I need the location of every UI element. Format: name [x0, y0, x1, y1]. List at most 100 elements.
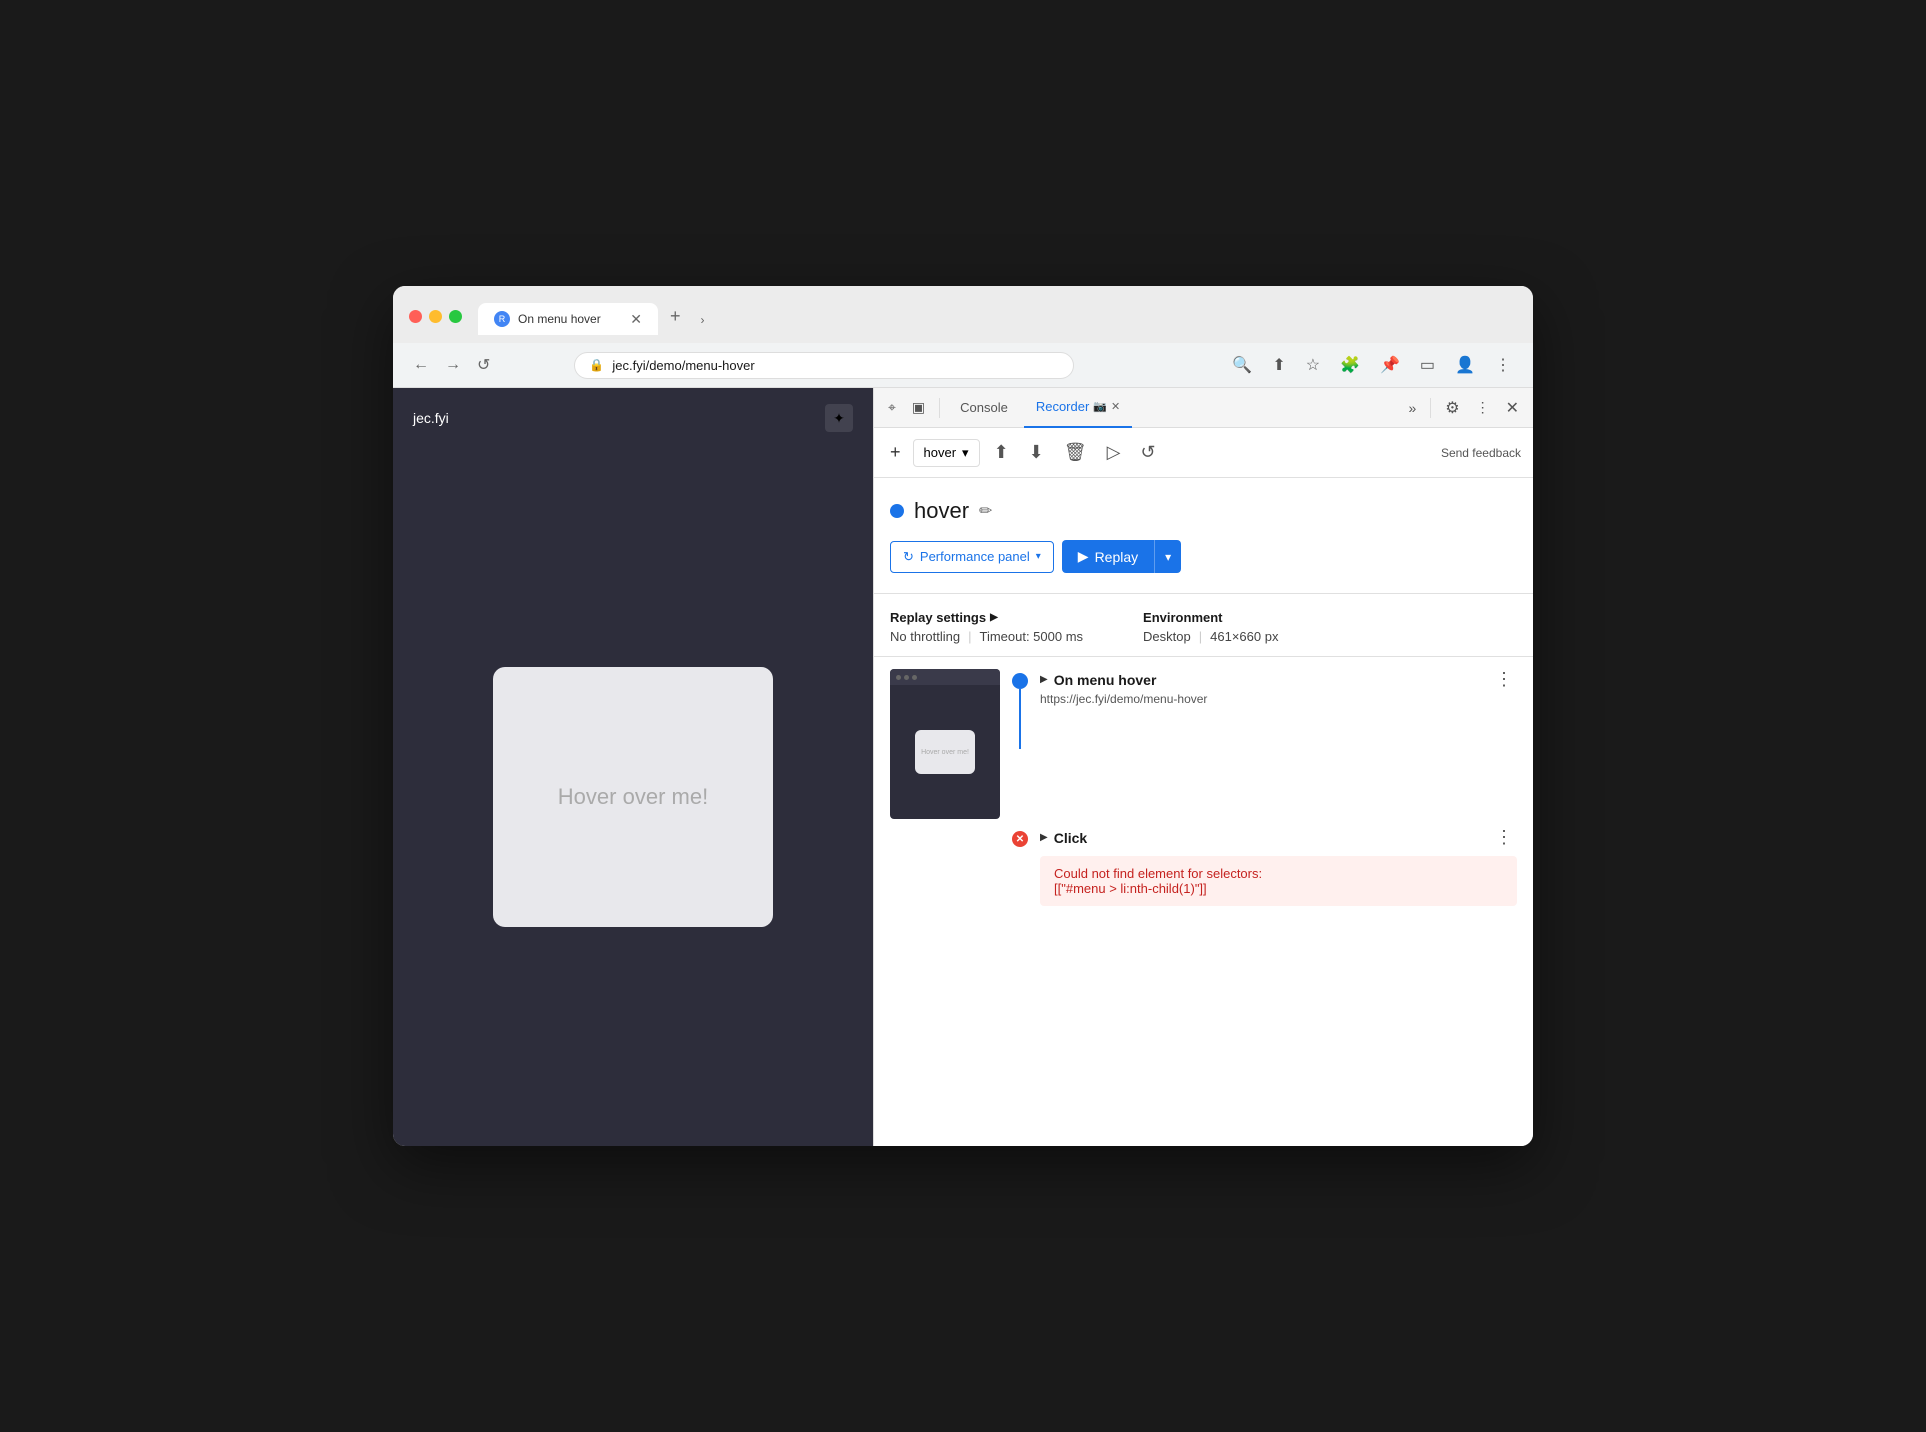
toolbar-separator — [939, 398, 940, 418]
devtools-cursor-button[interactable]: ⌖ — [882, 395, 902, 420]
lock-icon: 🔒 — [589, 358, 604, 372]
responsive-icon: ▣ — [912, 399, 925, 416]
upload-recording-button[interactable]: ⬆ — [988, 436, 1015, 469]
recorder-dot-icon: 📷 — [1093, 400, 1107, 413]
download-recording-button[interactable]: ⬇ — [1023, 436, 1050, 469]
step-title: On menu hover — [1054, 672, 1157, 688]
click-more-icon: ⋮ — [1495, 827, 1513, 847]
back-button[interactable]: ← — [409, 352, 433, 378]
step-error-text: Could not find element for selectors: — [1054, 866, 1503, 881]
replay-icon: ↺ — [1140, 442, 1155, 463]
recorder-main-content: hover ✏ ↻ Performance panel ▾ ▶ Replay — [874, 478, 1533, 594]
browser-menu-button[interactable]: ⋮ — [1489, 351, 1517, 379]
close-icon: ✕ — [1506, 400, 1519, 417]
devtools-three-dots-button[interactable]: ⋮ — [1470, 395, 1496, 420]
search-button[interactable]: 🔍 — [1226, 351, 1258, 379]
delete-icon: 🗑 — [1064, 442, 1087, 463]
step-timeline-1 — [1012, 669, 1028, 749]
traffic-lights — [409, 310, 462, 323]
step-click-expand-icon[interactable]: ▶ — [1040, 832, 1048, 843]
bookmark-button[interactable]: ☆ — [1300, 351, 1326, 379]
send-feedback-button[interactable]: Send feedback — [1441, 446, 1521, 460]
replay-main-button[interactable]: ▶ Replay — [1062, 540, 1154, 573]
three-dots-icon: ⋮ — [1476, 399, 1490, 416]
devtools-panel: ⌖ ▣ Console Recorder 📷 ✕ » — [873, 388, 1533, 1146]
hover-box-text: Hover over me! — [558, 784, 708, 810]
minimize-button[interactable] — [429, 310, 442, 323]
desktop-label: Desktop — [1143, 629, 1191, 644]
step-content-navigate: ▶ On menu hover ⋮ https://jec.fyi/demo/m… — [1040, 669, 1517, 710]
devtools-settings-button[interactable]: ⚙ — [1439, 394, 1465, 422]
perf-panel-label: Performance panel — [920, 549, 1030, 564]
extensions-button[interactable]: 🧩 — [1334, 351, 1366, 379]
step-click-more-button[interactable]: ⋮ — [1491, 827, 1517, 848]
tab-close-button[interactable]: ✕ — [630, 312, 642, 326]
refresh-button[interactable]: ↺ — [473, 351, 494, 379]
devtools-responsive-button[interactable]: ▣ — [906, 395, 931, 420]
step-thumbnail: Hover over me! — [890, 669, 1000, 819]
actions-row: ↻ Performance panel ▾ ▶ Replay ▾ — [890, 540, 1517, 573]
thumb-header — [890, 669, 1000, 685]
hover-box[interactable]: Hover over me! — [493, 667, 773, 927]
thumb-hover-text: Hover over me! — [921, 749, 969, 756]
replay-settings-title[interactable]: Replay settings ▶ — [890, 610, 1083, 625]
theme-toggle-button[interactable]: ✦ — [825, 404, 853, 432]
title-bar-top: R On menu hover ✕ + › — [409, 298, 1517, 335]
tab-recorder[interactable]: Recorder 📷 ✕ — [1024, 388, 1132, 428]
recorder-tab-close[interactable]: ✕ — [1111, 400, 1120, 413]
page-header: jec.fyi ✦ — [393, 388, 873, 448]
performance-panel-button[interactable]: ↻ Performance panel ▾ — [890, 541, 1054, 573]
maximize-button[interactable] — [449, 310, 462, 323]
search-icon: 🔍 — [1232, 357, 1252, 374]
cast-button[interactable]: ▭ — [1414, 351, 1441, 379]
browser-tab-active[interactable]: R On menu hover ✕ — [478, 303, 658, 335]
step-url: https://jec.fyi/demo/menu-hover — [1040, 692, 1517, 706]
download-icon: ⬇ — [1029, 442, 1044, 463]
resolution-label: 461×660 px — [1210, 629, 1278, 644]
forward-button[interactable]: → — [441, 352, 465, 378]
more-tabs-button[interactable]: » — [1402, 396, 1422, 420]
replay-settings-triangle: ▶ — [990, 612, 998, 623]
profile-button[interactable]: 👤 — [1449, 351, 1481, 379]
devtools-close-button[interactable]: ✕ — [1500, 394, 1525, 422]
settings-icon: ⚙ — [1445, 400, 1459, 417]
step-expand-icon[interactable]: ▶ — [1040, 674, 1048, 685]
step-more-button[interactable]: ⋮ — [1491, 669, 1517, 690]
tab-list-chevron[interactable]: › — [693, 305, 713, 335]
more-icon: ⋮ — [1495, 669, 1513, 689]
replay-chevron-icon: ▾ — [1165, 550, 1171, 564]
play-recording-button[interactable]: ▷ — [1101, 436, 1127, 469]
step-item-click: ✕ ▶ Click ⋮ Could not find element for s… — [890, 827, 1517, 906]
recorder-tab-label: Recorder — [1036, 399, 1089, 414]
pin-button[interactable]: 📌 — [1374, 351, 1406, 379]
hover-box-container: Hover over me! — [393, 448, 873, 1146]
devtools-toolbar: ⌖ ▣ Console Recorder 📷 ✕ » — [874, 388, 1533, 428]
recording-name: hover — [914, 498, 969, 524]
share-button[interactable]: ⬆ — [1266, 351, 1291, 379]
thumb-body: Hover over me! — [890, 685, 1000, 819]
more-tabs-icon: » — [1408, 400, 1416, 416]
perf-icon: ↻ — [903, 549, 914, 565]
address-input[interactable]: 🔒 jec.fyi/demo/menu-hover — [574, 352, 1074, 379]
recording-select-value: hover — [924, 445, 957, 460]
add-recording-button[interactable]: + — [886, 438, 905, 467]
chevron-down-icon: ▾ — [962, 445, 969, 461]
environment-values: Desktop | 461×660 px — [1143, 629, 1278, 644]
tab-console[interactable]: Console — [948, 388, 1020, 428]
replay-menu-button[interactable]: ↺ — [1134, 436, 1161, 469]
close-button[interactable] — [409, 310, 422, 323]
environment-label: Environment — [1143, 610, 1222, 625]
tabs-row: R On menu hover ✕ + › — [478, 298, 713, 335]
perf-panel-chevron: ▾ — [1036, 551, 1041, 562]
new-tab-button[interactable]: + — [658, 298, 693, 335]
recorder-toolbar: + hover ▾ ⬆ ⬇ 🗑 ▷ ↺ — [874, 428, 1533, 478]
recording-selector[interactable]: hover ▾ — [913, 439, 980, 467]
cursor-icon: ⌖ — [888, 399, 896, 416]
delete-recording-button[interactable]: 🗑 — [1058, 436, 1093, 469]
edit-recording-name-button[interactable]: ✏ — [979, 501, 992, 521]
address-text: jec.fyi/demo/menu-hover — [612, 358, 754, 373]
replay-dropdown-button[interactable]: ▾ — [1154, 540, 1181, 573]
throttling-label: No throttling — [890, 629, 960, 644]
replay-settings-values: No throttling | Timeout: 5000 ms — [890, 629, 1083, 644]
step-error-code: [["#menu > li:nth-child(1)"]] — [1054, 881, 1503, 896]
